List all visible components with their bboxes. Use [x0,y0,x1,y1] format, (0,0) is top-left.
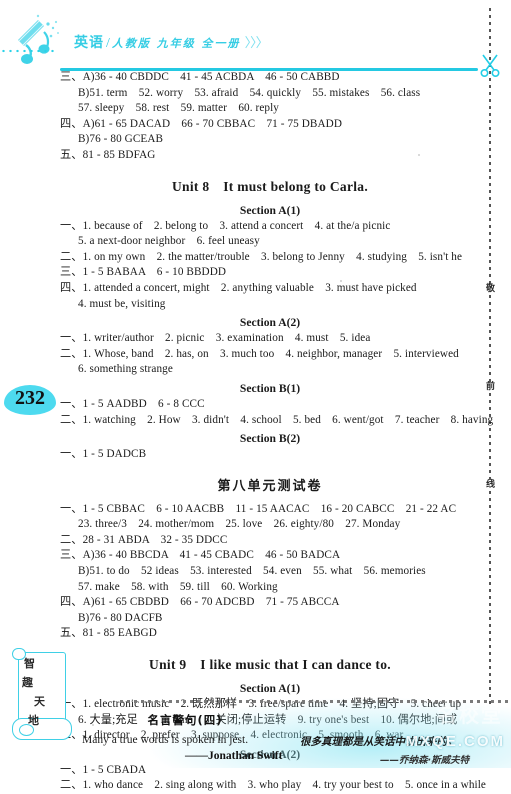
scissors-icon [478,52,502,78]
answer-line: B)51. to do 52 ideas 53. interested 54. … [78,565,426,578]
answer-line: 四、A)61 - 65 CBDBD 66 - 70 ADCBD 71 - 75 … [60,596,340,609]
test-paper-heading: 第八单元测试卷 [217,478,323,494]
answer-line: 二、1. who dance 2. sing along with 3. who… [60,779,487,792]
unit-heading: Unit 9 I like music that I can dance to. [149,657,391,673]
music-note-brush-icon [8,14,68,66]
paper-speck [418,154,420,156]
answer-line: 23. three/3 24. mother/mom 25. love 26. … [78,518,401,531]
header-subject: 英语 [74,35,104,51]
answer-line: 二、1. Whose, band 2. has, on 3. much too … [60,347,459,360]
answer-line: B)76 - 80 GCEAB [78,133,164,146]
header-separator: / [106,36,110,51]
answer-line: 一、1 - 5 CBBAC 6 - 10 AACBB 11 - 15 AACAC… [60,502,457,515]
header-edition: 人教版 九年级 全一册 [111,37,241,50]
cut-line-mark-2: 前 [484,382,497,393]
answer-key-page: 英语 / 人教版 九年级 全一册 〉〉〉 敬 前 线 232 三、A)36 - 40 … [0,0,511,791]
badge-char-1: 智 [24,657,35,670]
watermark-domain: MXQE.COM [405,733,505,750]
unit-heading: Unit 8 It must belong to Carla. [171,178,369,194]
cut-line-mark-3: 线 [484,480,497,491]
watermark-chinese: 名校堂 [437,703,503,727]
page-number: 232 [15,387,45,409]
section-heading: Section B(2) [239,432,301,446]
scroll-icon: 智 趣 天 地 [8,646,74,750]
answer-line: 四、A)61 - 65 DACAD 66 - 70 CBBAC 71 - 75 … [60,117,343,130]
paper-speck [92,724,94,726]
header-arrows: 〉〉〉 [244,35,269,50]
section-heading: Section A(1) [239,203,301,217]
answer-line: 四、1. attended a concert, might 2. anythi… [60,281,417,294]
answer-line: 5. a next-door neighbor 6. feel uneasy [78,235,260,248]
answer-line: 一、1. because of 2. belong to 3. attend a… [60,219,391,232]
answer-line: B)51. term 52. worry 53. afraid 54. quic… [78,86,421,99]
answer-line: 三、1 - 5 BABAA 6 - 10 BBDDD [60,266,227,279]
answer-line: 一、1 - 5 DADCB [60,448,147,461]
dotted-cut-line [489,8,491,708]
answer-line: 57. make 58. with 59. till 60. Working [78,580,278,593]
footer-title: 名言警句(四) [147,713,223,727]
paper-speck [340,280,342,282]
header-title-group: 英语 / 人教版 九年级 全一册 〉〉〉 [74,32,269,52]
section-heading: Section B(1) [239,381,301,395]
cut-line-mark-1: 敬 [484,284,497,295]
badge-char-2: 趣 [22,676,33,689]
answer-line: 一、1. writer/author 2. picnic 3. examinat… [60,332,371,345]
answer-line: 五、81 - 85 EABGD [60,627,157,640]
answer-line: 6. something strange [78,363,173,376]
header-dot-leader [0,48,58,54]
answer-line: 二、28 - 31 ABDA 32 - 35 DDCC [60,533,228,546]
page-footer: 智 趣 天 地 名言警句(四) Many a true words is spo… [0,648,511,768]
badge-char-3: 天 [34,695,45,708]
answer-line: 三、A)36 - 40 CBDDC 41 - 45 ACBDA 46 - 50 … [60,71,340,83]
page-header: 英语 / 人教版 九年级 全一册 〉〉〉 [0,6,511,71]
answer-line: 五、81 - 85 BDFAG [60,148,156,161]
answer-line: 4. must be, visiting [78,297,166,310]
answer-line: 57. sleepy 58. rest 59. matter 60. reply [78,102,279,115]
answer-line: B)76 - 80 DACFB [78,611,163,624]
quote-english-source: ——Jonathan Swift [185,750,283,762]
section-heading: Section A(2) [239,316,301,330]
answer-line: 三、A)36 - 40 BBCDA 41 - 45 CBADC 46 - 50 … [60,549,341,562]
answer-content: 三、A)36 - 40 CBDDC 41 - 45 ACBDA 46 - 50 … [60,70,494,794]
quote-english: Many a true words is spoken in jest. [82,734,249,746]
answer-line: 一、1 - 5 AADBD 6 - 8 CCC [60,397,205,410]
answer-line: 二、1. on my own 2. the matter/trouble 3. … [60,250,463,263]
answer-line: 二、1. watching 2. How 3. didn't 4. school… [60,413,494,426]
quote-chinese-source: ——乔纳森·斯威夫特 [380,755,470,766]
